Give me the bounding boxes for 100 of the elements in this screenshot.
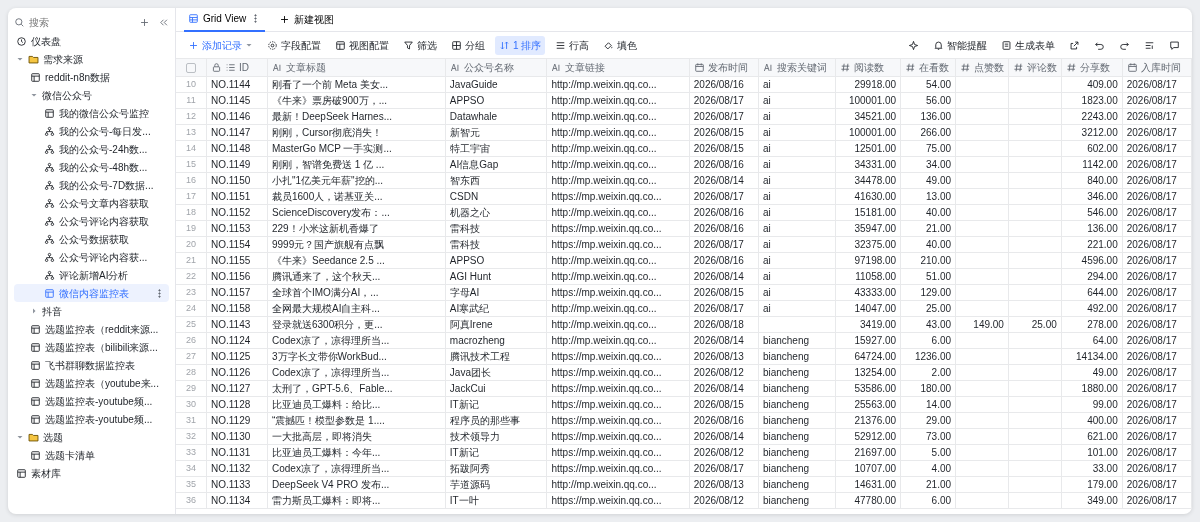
column-header[interactable]: 入库时间	[1122, 58, 1192, 77]
table-cell: 技术领导力	[445, 428, 547, 445]
table-cell: 6.00	[900, 492, 956, 509]
sidebar-item[interactable]: 仪表盘	[14, 32, 169, 50]
sidebar-item[interactable]: 选题监控表（youtube来...	[14, 374, 169, 392]
table-cell: IT新记	[445, 444, 547, 461]
plus-icon	[188, 39, 199, 51]
sidebar-item[interactable]: 我的公众号-每日发...	[14, 122, 169, 140]
toolbar-button[interactable]: 填色	[599, 35, 642, 55]
toolbar-button[interactable]: 生成表单	[997, 35, 1059, 55]
folder-icon	[28, 431, 39, 443]
sidebar-item[interactable]: 评论新增AI分析	[14, 266, 169, 284]
table-cell: NO.1128	[206, 396, 268, 413]
sidebar-item[interactable]: 选题监控表-youtube频...	[14, 410, 169, 428]
table-cell: 546.00	[1061, 204, 1123, 221]
plus-icon	[279, 14, 291, 25]
column-header[interactable]: 分享数	[1061, 58, 1123, 77]
sidebar-item[interactable]: 微信内容监控表	[14, 284, 169, 302]
grid-icon	[188, 13, 199, 24]
table-cell: NO.1124	[206, 332, 268, 349]
table-cell: biancheng	[758, 444, 836, 461]
column-header[interactable]: 在看数	[900, 58, 956, 77]
sidebar-item[interactable]: 选题监控表-youtube频...	[14, 392, 169, 410]
table-cell: 2026/08/17	[689, 300, 759, 317]
sidebar-item[interactable]: 公众号评论内容获...	[14, 248, 169, 266]
column-header[interactable]: 搜索关键词	[758, 58, 836, 77]
workflow-icon	[44, 233, 55, 245]
sidebar-item[interactable]: 选题	[14, 428, 169, 446]
toolbar-button[interactable]: 分组	[447, 35, 489, 55]
sidebar-item[interactable]: reddit-n8n数据	[14, 68, 169, 86]
sidebar-item[interactable]: 选题监控表（bilibili来源...	[14, 338, 169, 356]
table-cell: IT新记	[445, 396, 547, 413]
table-cell: AI信息Gap	[445, 156, 547, 173]
table-cell: 2026/08/17	[1122, 284, 1192, 301]
table-cell: 2026/08/17	[1122, 348, 1192, 365]
toolbar-button[interactable]: 字段配置	[263, 35, 325, 55]
sidebar-item[interactable]: 选题卡清单	[14, 446, 169, 464]
table-cell: NO.1150	[206, 172, 268, 189]
table-cell: 阿真Irene	[445, 316, 547, 333]
column-header[interactable]: ID	[206, 58, 268, 77]
table-cell: NO.1156	[206, 268, 268, 285]
table-cell: 49.00	[1061, 364, 1123, 381]
new-view-button[interactable]: 新建视图	[275, 8, 339, 32]
table-cell: 2026/08/17	[1122, 172, 1192, 189]
table-cell: 3419.00	[835, 316, 901, 333]
column-header[interactable]: 阅读数	[835, 58, 901, 77]
column-header[interactable]: 文章标题	[267, 58, 446, 77]
sidebar-item[interactable]: 素材库	[14, 464, 169, 482]
table-cell: 2026/08/13	[689, 476, 759, 493]
sidebar-item[interactable]: 需求来源	[14, 50, 169, 68]
view-tab[interactable]: Grid View	[184, 8, 266, 32]
table-cell: ai	[758, 140, 836, 157]
table-cell: https://mp.weixin.qq.co...	[547, 492, 690, 509]
toolbar-button[interactable]: 智能提醒	[929, 35, 991, 55]
table-cell: ai	[758, 172, 836, 189]
select-all-checkbox[interactable]	[186, 63, 196, 74]
table-cell: https://mp.weixin.qq.co...	[547, 220, 690, 237]
workflow-icon	[44, 143, 55, 155]
sidebar-item[interactable]: 我的微信公众号监控	[14, 104, 169, 122]
table-cell: 2026/08/16	[689, 252, 759, 269]
sidebar-item[interactable]: 我的公众号-7D数据...	[14, 176, 169, 194]
table-cell: 21.00	[900, 476, 956, 493]
column-header[interactable]: 评论数	[1008, 58, 1062, 77]
sidebar-item[interactable]: 公众号文章内容获取	[14, 194, 169, 212]
table-cell: http://mp.weixin.qq.co...	[547, 300, 690, 317]
search-field[interactable]: 搜索	[29, 14, 119, 30]
table-cell: 14.00	[900, 396, 956, 413]
table-cell: ai	[758, 124, 836, 141]
table-cell: 比亚迪员工爆料：今年...	[267, 444, 446, 461]
table-cell: 52912.00	[835, 428, 901, 445]
sidebar-item[interactable]: 选题监控表（reddit来源...	[14, 320, 169, 338]
toolbar-button[interactable]: 视图配置	[331, 35, 393, 55]
table-cell: MasterGo MCP 一手实测...	[267, 140, 446, 157]
sidebar-item[interactable]: 微信公众号	[14, 86, 169, 104]
table-cell: 400.00	[1061, 412, 1123, 429]
sidebar-item[interactable]: 抖音	[14, 302, 169, 320]
table-cell: 2026/08/14	[689, 268, 759, 285]
table-cell: ai	[758, 300, 836, 317]
table-cell: 136.00	[1061, 220, 1123, 237]
sidebar-item[interactable]: 公众号数据获取	[14, 230, 169, 248]
sidebar-item[interactable]: 我的公众号-24h数...	[14, 140, 169, 158]
column-header[interactable]: 公众号名称	[445, 58, 547, 77]
sidebar-item[interactable]: 我的公众号-48h数...	[14, 158, 169, 176]
toolbar-button[interactable]: 1 排序	[495, 35, 546, 55]
column-header[interactable]: 点赞数	[955, 58, 1009, 77]
table-cell: http://mp.weixin.qq.co...	[547, 108, 690, 125]
toolbar-button[interactable]: 筛选	[399, 35, 441, 55]
table-cell: ai	[758, 108, 836, 125]
table-cell: https://mp.weixin.qq.co...	[547, 236, 690, 253]
column-header[interactable]: 文章链接	[547, 58, 690, 77]
table-cell: ai	[758, 204, 836, 221]
table-cell: 221.00	[1061, 236, 1123, 253]
table-cell: 43333.00	[835, 284, 901, 301]
sidebar-item[interactable]: 飞书群聊数据监控表	[14, 356, 169, 374]
column-header[interactable]: 发布时间	[689, 58, 759, 77]
dashboard-icon	[16, 35, 27, 47]
toolbar-button[interactable]: 行高	[551, 35, 594, 55]
row-number: 11	[176, 92, 207, 109]
sidebar-item[interactable]: 公众号评论内容获取	[14, 212, 169, 230]
toolbar-button[interactable]: 添加记录	[184, 35, 257, 55]
